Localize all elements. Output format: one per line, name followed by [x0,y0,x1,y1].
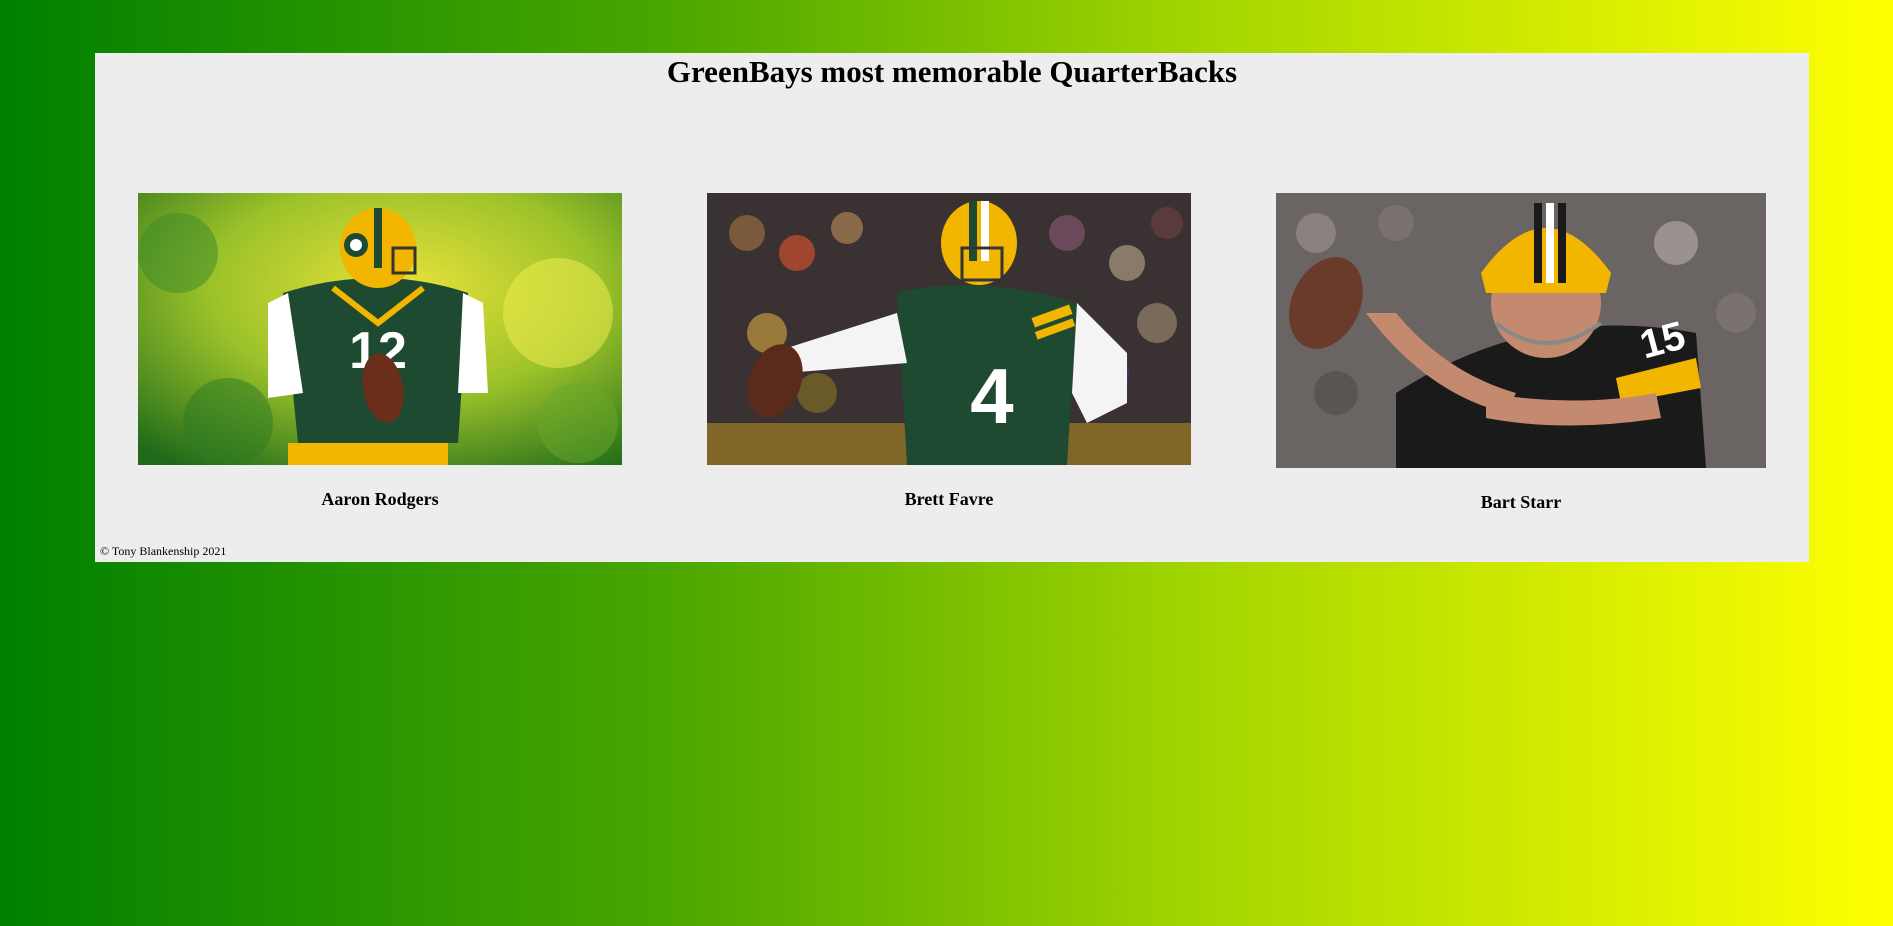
player-card-favre: 4 Brett Favre [707,193,1191,510]
player-name-starr: Bart Starr [1480,492,1562,512]
player-name-rodgers: Aaron Rodgers [321,489,439,509]
content-panel: GreenBays most memorable QuarterBacks 12… [95,53,1809,562]
player-photo-rodgers: 12 [138,193,622,465]
copyright-footer: © Tony Blankenship 2021 [100,544,227,558]
player-name-favre: Brett Favre [904,489,994,509]
player-card-rodgers: 12 Aaron Rodgers [138,193,622,510]
page-title: GreenBays most memorable QuarterBacks [666,54,1238,89]
favre-jersey-number: 4 [970,352,1013,440]
player-card-starr: 15 Bart Starr [1276,193,1766,513]
player-photo-starr: 15 [1276,193,1766,468]
player-photo-favre: 4 [707,193,1191,465]
